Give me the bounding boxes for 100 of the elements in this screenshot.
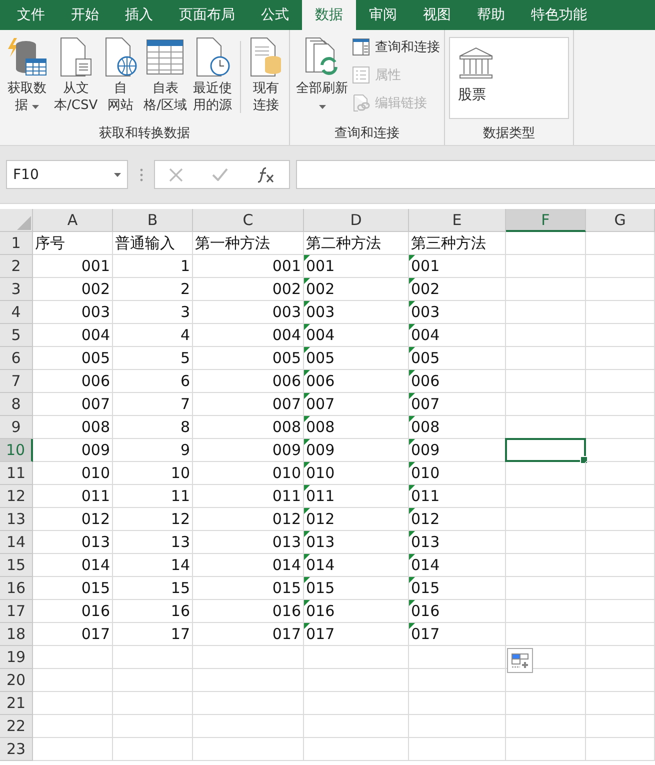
ribbon-tab[interactable]: 视图 — [410, 0, 464, 30]
row-header[interactable]: 15 — [0, 554, 33, 577]
ribbon-button[interactable]: 自 网站 — [102, 33, 140, 125]
row-header[interactable]: 21 — [0, 692, 33, 715]
row-header[interactable]: 1 — [0, 232, 33, 255]
column-header[interactable]: C — [193, 209, 304, 232]
empty-cell — [586, 600, 655, 623]
error-indicator-icon — [304, 370, 310, 376]
function-icon[interactable] — [256, 166, 275, 182]
ribbon-button[interactable]: 现有 连接 — [247, 33, 285, 125]
row-header[interactable]: 14 — [0, 531, 33, 554]
column-header[interactable]: D — [304, 209, 409, 232]
table-cell: 004 — [304, 324, 409, 347]
row-header[interactable]: 3 — [0, 278, 33, 301]
row-header[interactable]: 18 — [0, 623, 33, 646]
error-indicator-icon — [304, 301, 310, 307]
ribbon-tab[interactable]: 审阅 — [356, 0, 410, 30]
ribbon-button[interactable]: 最近使 用的源 — [191, 33, 234, 125]
error-indicator-icon — [409, 278, 415, 284]
column-header[interactable]: F — [506, 209, 586, 232]
ribbon-tab[interactable]: 帮助 — [464, 0, 518, 30]
row-header[interactable]: 17 — [0, 600, 33, 623]
empty-cell — [586, 554, 655, 577]
column-header[interactable]: G — [586, 209, 655, 232]
table-cell: 002 — [409, 278, 506, 301]
ribbon-tab[interactable]: 页面布局 — [166, 0, 248, 30]
row-header[interactable]: 12 — [0, 485, 33, 508]
ribbon-tab[interactable]: 开始 — [58, 0, 112, 30]
ribbon-button[interactable]: 自表 格/区域 — [142, 33, 189, 125]
error-indicator-icon — [409, 301, 415, 307]
document-icon — [58, 37, 93, 77]
row-header[interactable]: 22 — [0, 715, 33, 738]
empty-cell — [586, 508, 655, 531]
table-cell: 006 — [193, 370, 304, 393]
row-header[interactable]: 2 — [0, 255, 33, 278]
column-header[interactable]: E — [409, 209, 506, 232]
row-header[interactable]: 6 — [0, 347, 33, 370]
table-cell: 012 — [193, 508, 304, 531]
table-cell: 017 — [193, 623, 304, 646]
table-cell: 001 — [33, 255, 113, 278]
column-header[interactable]: B — [113, 209, 193, 232]
formula-input[interactable] — [296, 160, 655, 189]
ribbon-button[interactable]: 获取数 据 — [4, 33, 50, 125]
table-cell: 014 — [193, 554, 304, 577]
empty-cell — [586, 324, 655, 347]
table-cell: 008 — [33, 416, 113, 439]
table-cell: 008 — [409, 416, 506, 439]
table-cell: 001 — [304, 255, 409, 278]
check-icon[interactable] — [212, 168, 228, 181]
table-cell: 013 — [193, 531, 304, 554]
ribbon-tab[interactable]: 公式 — [248, 0, 302, 30]
empty-cell — [586, 416, 655, 439]
group-label: 查询和连接 — [334, 125, 400, 143]
gallery-item[interactable]: 股票 — [458, 86, 568, 104]
empty-cell — [586, 623, 655, 646]
error-indicator-icon — [304, 324, 310, 330]
empty-cell — [586, 738, 655, 761]
empty-cell — [586, 301, 655, 324]
empty-cell — [586, 370, 655, 393]
row-header[interactable]: 20 — [0, 669, 33, 692]
error-indicator-icon — [304, 416, 310, 422]
row-header[interactable]: 5 — [0, 324, 33, 347]
ribbon-button[interactable]: 查询和连接 — [352, 35, 440, 59]
table-cell: 016 — [193, 600, 304, 623]
row-header[interactable]: 19 — [0, 646, 33, 669]
ribbon-tab[interactable]: 特色功能 — [518, 0, 600, 30]
web-page-icon — [104, 37, 138, 77]
row-header[interactable]: 11 — [0, 462, 33, 485]
table-cell: 011 — [409, 485, 506, 508]
row-header[interactable]: 13 — [0, 508, 33, 531]
table-cell: 011 — [193, 485, 304, 508]
ribbon-button[interactable]: 从文 本/CSV — [52, 33, 100, 125]
ribbon-tab[interactable]: 文件 — [4, 0, 58, 30]
table-cell: 015 — [193, 577, 304, 600]
ribbon-tab[interactable]: 插入 — [112, 0, 166, 30]
row-header[interactable]: 7 — [0, 370, 33, 393]
data-type-gallery[interactable]: 股票 — [449, 37, 569, 119]
row-header[interactable]: 9 — [0, 416, 33, 439]
error-indicator-icon — [304, 255, 310, 261]
row-header[interactable]: 8 — [0, 393, 33, 416]
error-indicator-icon — [304, 531, 310, 537]
row-header[interactable]: 4 — [0, 301, 33, 324]
ribbon-tab[interactable]: 数据 — [302, 0, 356, 30]
ribbon-button[interactable]: 全部刷新 — [294, 33, 350, 125]
row-header[interactable]: 10 — [0, 439, 33, 462]
table-cell: 017 — [409, 623, 506, 646]
table-cell: 006 — [33, 370, 113, 393]
cancel-icon[interactable] — [169, 168, 184, 182]
empty-cell — [586, 577, 655, 600]
column-header[interactable]: A — [33, 209, 113, 232]
table-cell: 003 — [193, 301, 304, 324]
table-cell: 011 — [304, 485, 409, 508]
table-cell: 006 — [304, 370, 409, 393]
recent-document-icon — [194, 37, 230, 77]
row-header[interactable]: 23 — [0, 738, 33, 761]
name-box[interactable]: F10 — [6, 160, 128, 189]
row-header[interactable]: 16 — [0, 577, 33, 600]
caret-icon — [114, 172, 121, 176]
paste-options-icon[interactable] — [507, 648, 533, 673]
table-cell: 015 — [33, 577, 113, 600]
